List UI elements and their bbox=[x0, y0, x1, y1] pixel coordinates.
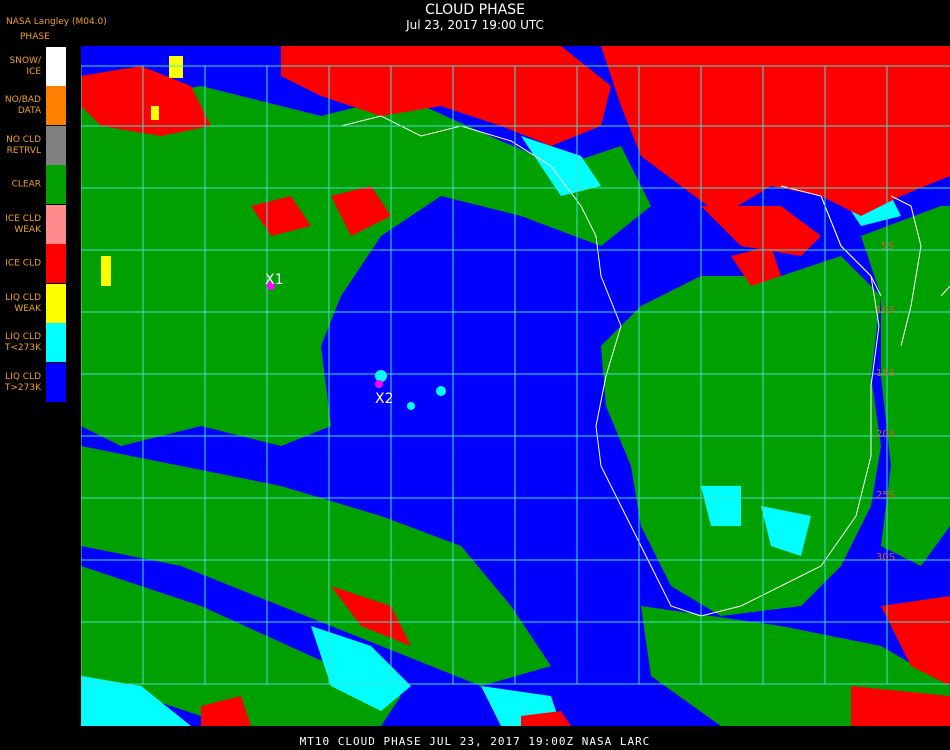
legend-label: NO/BAD DATA bbox=[4, 94, 41, 116]
lat-label: 15S bbox=[876, 368, 895, 379]
legend-item-liq-cld-warm: LIQ CLD T>273K bbox=[0, 363, 66, 402]
marker-x2-label: X2 bbox=[375, 391, 394, 407]
legend-label: CLEAR bbox=[11, 179, 41, 189]
legend-swatch bbox=[46, 126, 66, 165]
legend-swatch bbox=[46, 165, 66, 204]
marker-x2-dot bbox=[375, 380, 383, 388]
producer-label: NASA Langley (M04.0) bbox=[6, 17, 107, 27]
lat-label: 10S bbox=[876, 305, 895, 316]
legend-label: NO CLD RETRVL bbox=[6, 134, 41, 156]
legend-label: ICE CLD bbox=[5, 258, 41, 268]
legend-item-no-bad-data: NO/BAD DATA bbox=[0, 86, 66, 125]
legend-label: LIQ CLD T<273K bbox=[4, 331, 41, 353]
legend-swatch bbox=[46, 47, 66, 86]
lat-label: 5S bbox=[881, 241, 894, 252]
legend-label: LIQ CLD T>273K bbox=[4, 371, 41, 393]
lat-label: 20S bbox=[876, 429, 895, 440]
legend-item-clear: CLEAR bbox=[0, 165, 66, 204]
image-title: CLOUD PHASE bbox=[425, 2, 525, 18]
legend-label: SNOW/ ICE bbox=[9, 55, 41, 77]
cloud-phase-map: 5S 10S 15S 20S 25S 30S X1 X2 bbox=[81, 46, 950, 726]
image-timestamp: Jul 23, 2017 19:00 UTC bbox=[406, 18, 544, 32]
legend-item-ice-cld-weak: ICE CLD WEAK bbox=[0, 205, 66, 244]
legend-swatch bbox=[46, 284, 66, 323]
legend-swatch bbox=[46, 244, 66, 283]
phase-legend: SNOW/ ICE NO/BAD DATA NO CLD RETRVL CLEA… bbox=[0, 47, 66, 403]
legend-swatch bbox=[46, 363, 66, 402]
legend-swatch bbox=[46, 205, 66, 244]
lat-label: 30S bbox=[876, 552, 895, 563]
lat-label: 25S bbox=[876, 490, 895, 501]
marker-x1: X1 bbox=[265, 272, 284, 290]
legend-item-liq-cld-weak: LIQ CLD WEAK bbox=[0, 284, 66, 323]
legend-item-ice-cld: ICE CLD bbox=[0, 244, 66, 283]
legend-swatch bbox=[46, 86, 66, 125]
legend-heading: PHASE bbox=[20, 32, 50, 42]
legend-label: ICE CLD WEAK bbox=[5, 213, 41, 235]
legend-swatch bbox=[46, 323, 66, 362]
footer-caption: MT10 CLOUD PHASE JUL 23, 2017 19:00Z NAS… bbox=[299, 735, 651, 748]
legend-item-liq-cld-cold: LIQ CLD T<273K bbox=[0, 323, 66, 362]
legend-label: LIQ CLD WEAK bbox=[5, 292, 41, 314]
marker-x1-label: X1 bbox=[265, 272, 284, 288]
legend-item-snow-ice: SNOW/ ICE bbox=[0, 47, 66, 86]
legend-item-no-cld-retrvl: NO CLD RETRVL bbox=[0, 126, 66, 165]
